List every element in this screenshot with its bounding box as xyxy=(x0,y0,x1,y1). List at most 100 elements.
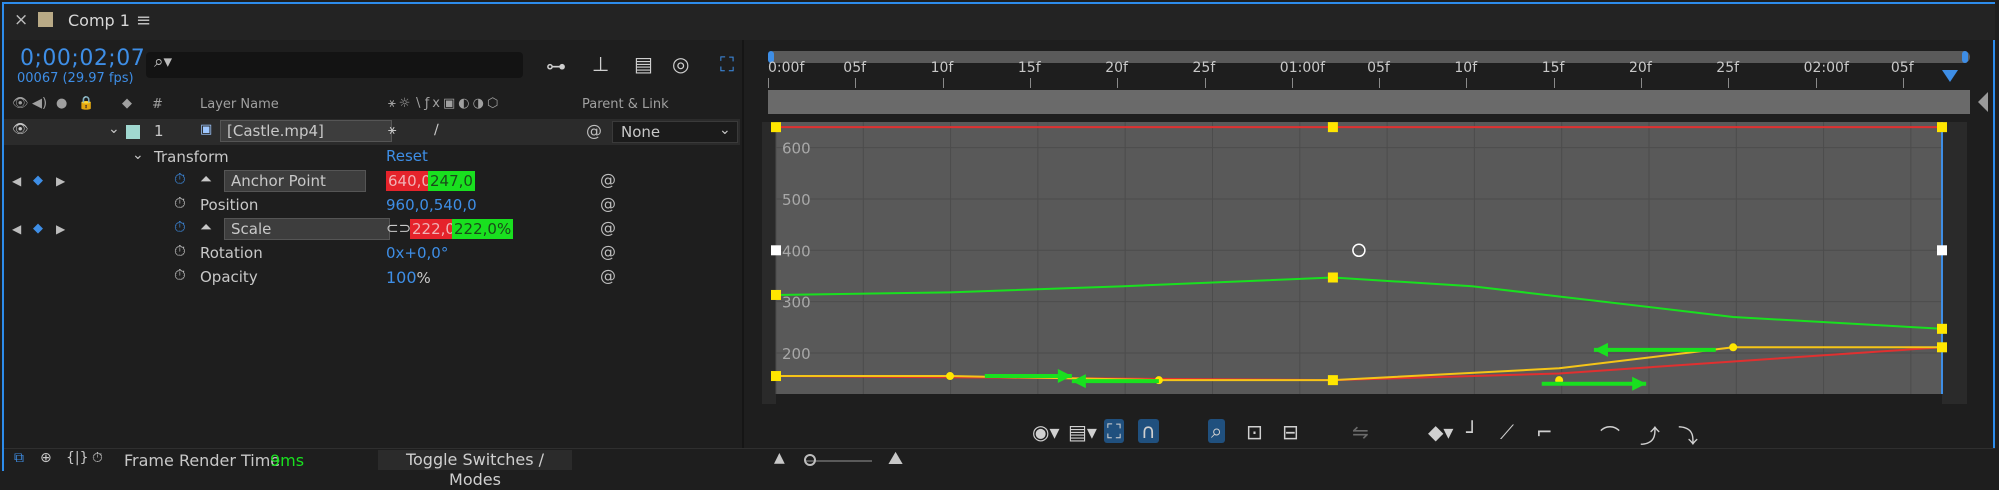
parent-pickwhip-icon[interactable]: @ xyxy=(586,121,602,140)
transform-expand-chevron-icon[interactable]: ⌄ xyxy=(132,147,144,163)
layer-label-color[interactable] xyxy=(126,125,140,139)
quality-switch-icon[interactable]: ∕ xyxy=(434,122,439,138)
opacity-pickwhip-icon[interactable]: @ xyxy=(600,266,616,285)
auto-bezier-icon[interactable]: ⌐ xyxy=(1536,420,1553,444)
anchor-point-y-value[interactable]: 247,0 xyxy=(428,171,475,191)
solo-header-icon[interactable]: ● xyxy=(56,96,67,111)
comp-tab-title[interactable]: Comp 1 xyxy=(68,11,130,30)
anchor-point-x-value[interactable]: 640,0 xyxy=(386,171,433,191)
transform-box-handle[interactable] xyxy=(1937,245,1947,256)
keyframe-square[interactable] xyxy=(1327,272,1338,283)
opacity-value[interactable]: 100% xyxy=(386,268,431,287)
in-out-toggle-icon[interactable]: {|} xyxy=(66,450,89,466)
prev-keyframe-icon[interactable]: ◀ xyxy=(12,174,21,188)
layer-switches-toggle-icon[interactable]: ⊕ xyxy=(40,450,52,466)
stopwatch-icon[interactable]: ⏱ xyxy=(174,242,186,260)
graph-editor-icon[interactable]: ⛶ xyxy=(720,52,734,76)
position-value[interactable]: 960,0,540,0 xyxy=(386,196,477,214)
current-time-indicator-icon[interactable] xyxy=(1942,70,1958,82)
show-properties-eye-icon[interactable]: ◉▾ xyxy=(1032,420,1060,444)
comp-mini-flowchart-icon[interactable]: ⧉ xyxy=(14,450,24,466)
work-area-bar[interactable] xyxy=(768,90,1970,114)
transform-reset-link[interactable]: Reset xyxy=(386,147,428,165)
toggle-switches-modes-button[interactable]: Toggle Switches / Modes xyxy=(378,450,572,489)
keyframe-square[interactable] xyxy=(771,371,781,382)
bezier-handle[interactable] xyxy=(1729,343,1738,352)
stopwatch-icon[interactable]: ⏱ xyxy=(174,170,186,188)
transform-box-icon[interactable]: ⛶ xyxy=(1104,419,1124,443)
zoom-in-mountain-icon[interactable]: ⛰ xyxy=(888,448,903,469)
anchor-point-pickwhip-icon[interactable]: @ xyxy=(600,170,616,189)
label-header-icon[interactable]: ◆ xyxy=(122,96,132,111)
keyframe-square[interactable] xyxy=(771,289,781,300)
ruler-tick xyxy=(768,78,769,88)
add-keyframe-diamond-icon[interactable]: ◆ xyxy=(33,173,43,188)
keyframe-square[interactable] xyxy=(771,122,781,133)
composition-flowchart-icon[interactable]: ⊶ xyxy=(546,54,566,78)
stopwatch-icon[interactable]: ⏱ xyxy=(174,194,186,212)
hold-keyframe-icon[interactable]: ┘ xyxy=(1466,420,1478,444)
panel-menu-icon[interactable]: ≡ xyxy=(136,10,151,31)
opacity-number[interactable]: 100 xyxy=(386,268,417,287)
layer-search-input[interactable] xyxy=(146,52,523,78)
rotation-value[interactable]: 0x+0,0° xyxy=(386,244,448,262)
render-time-toggle-icon[interactable]: ⏱ xyxy=(92,450,103,466)
current-time-display[interactable]: 0;00;02;07 xyxy=(20,46,145,71)
work-area-end-icon[interactable] xyxy=(1978,92,1988,112)
next-keyframe-icon[interactable]: ▶ xyxy=(56,222,65,236)
next-keyframe-icon[interactable]: ▶ xyxy=(56,174,65,188)
easy-ease-in-icon[interactable]: ⤴ xyxy=(1640,420,1660,449)
keyframe-square[interactable] xyxy=(1937,122,1947,133)
shy-layers-icon[interactable]: ▤ xyxy=(634,52,653,76)
video-visibility-header-icon[interactable]: 👁 xyxy=(12,96,29,111)
switches-header-icons[interactable]: ⚹☼∖ƒx▣◐◑⬡ xyxy=(388,96,501,111)
prev-keyframe-icon[interactable]: ◀ xyxy=(12,222,21,236)
graph-toggle-icon[interactable]: ⏶ xyxy=(200,218,212,236)
panel-divider[interactable] xyxy=(742,40,744,448)
layer-expand-chevron-icon[interactable]: ⌄ xyxy=(108,121,120,137)
position-pickwhip-icon[interactable]: @ xyxy=(600,194,616,213)
frame-blending-icon[interactable]: ◎ xyxy=(672,52,689,76)
audio-header-icon[interactable]: ◀) xyxy=(32,96,47,111)
parent-dropdown[interactable]: None ⌄ xyxy=(612,121,738,143)
scale-y-value[interactable]: 222,0% xyxy=(452,219,514,239)
keyframe-square[interactable] xyxy=(1327,375,1338,386)
constrain-proportions-link-icon[interactable]: ⊂⊃ xyxy=(386,219,411,237)
layer-name-header[interactable]: Layer Name xyxy=(200,97,279,112)
zoom-slider-thumb[interactable] xyxy=(804,454,816,466)
lock-header-icon[interactable]: 🔒 xyxy=(78,96,94,111)
time-ruler[interactable]: 0:00f 05f 10f 15f 20f 25f 01:00f 05f 10f 15f 20f 25… xyxy=(768,60,1970,88)
snapping-magnet-icon[interactable]: ∩ xyxy=(1138,419,1159,443)
keyframe-square[interactable] xyxy=(1327,122,1338,133)
stopwatch-icon[interactable]: ⏱ xyxy=(174,266,186,284)
close-tab-icon[interactable]: × xyxy=(14,10,28,30)
zoom-out-mountain-icon[interactable]: ▲ xyxy=(774,450,785,466)
property-scale[interactable]: Scale xyxy=(224,218,390,240)
fit-selection-icon[interactable]: ⊡ xyxy=(1246,420,1263,444)
keyframe-square[interactable] xyxy=(1937,323,1947,334)
edit-keyframe-icon[interactable]: ◆▾ xyxy=(1428,420,1453,444)
easy-ease-out-icon[interactable]: ⤵ xyxy=(1678,420,1698,449)
graph-editor-canvas[interactable]: 600 500 400 300 200 xyxy=(762,122,1967,404)
layer-name-field[interactable]: [Castle.mp4] xyxy=(220,120,392,142)
shy-switch-icon[interactable]: ⚹ xyxy=(388,122,396,138)
fit-all-graphs-icon[interactable]: ⊟ xyxy=(1282,420,1299,444)
layer-visibility-icon[interactable]: 👁 xyxy=(12,122,29,137)
draft-3d-icon[interactable]: ⊥ xyxy=(592,52,609,76)
rotation-pickwhip-icon[interactable]: @ xyxy=(600,242,616,261)
graph-options-icon[interactable]: ▤▾ xyxy=(1068,420,1097,444)
separate-dimensions-icon[interactable]: ⇋ xyxy=(1352,420,1369,444)
auto-zoom-height-icon[interactable]: ⌕ xyxy=(1208,419,1226,443)
bezier-handle[interactable] xyxy=(946,372,955,381)
property-anchor-point[interactable]: Anchor Point xyxy=(224,170,366,192)
scale-pickwhip-icon[interactable]: @ xyxy=(600,218,616,237)
stopwatch-icon[interactable]: ⏱ xyxy=(174,218,186,236)
easy-ease-icon[interactable]: ⌒ xyxy=(1600,420,1620,449)
layer-row[interactable]: 👁 ⌄ 1 ▣ [Castle.mp4] ⚹ ∕ @ None ⌄ xyxy=(4,119,740,145)
transform-box-handle[interactable] xyxy=(771,245,781,256)
transform-group-label[interactable]: Transform xyxy=(154,148,229,166)
keyframe-square[interactable] xyxy=(1937,342,1947,353)
linear-keyframe-icon[interactable]: ⟋ xyxy=(1500,420,1514,444)
graph-toggle-icon[interactable]: ⏶ xyxy=(200,170,212,188)
add-keyframe-diamond-icon[interactable]: ◆ xyxy=(33,221,43,236)
